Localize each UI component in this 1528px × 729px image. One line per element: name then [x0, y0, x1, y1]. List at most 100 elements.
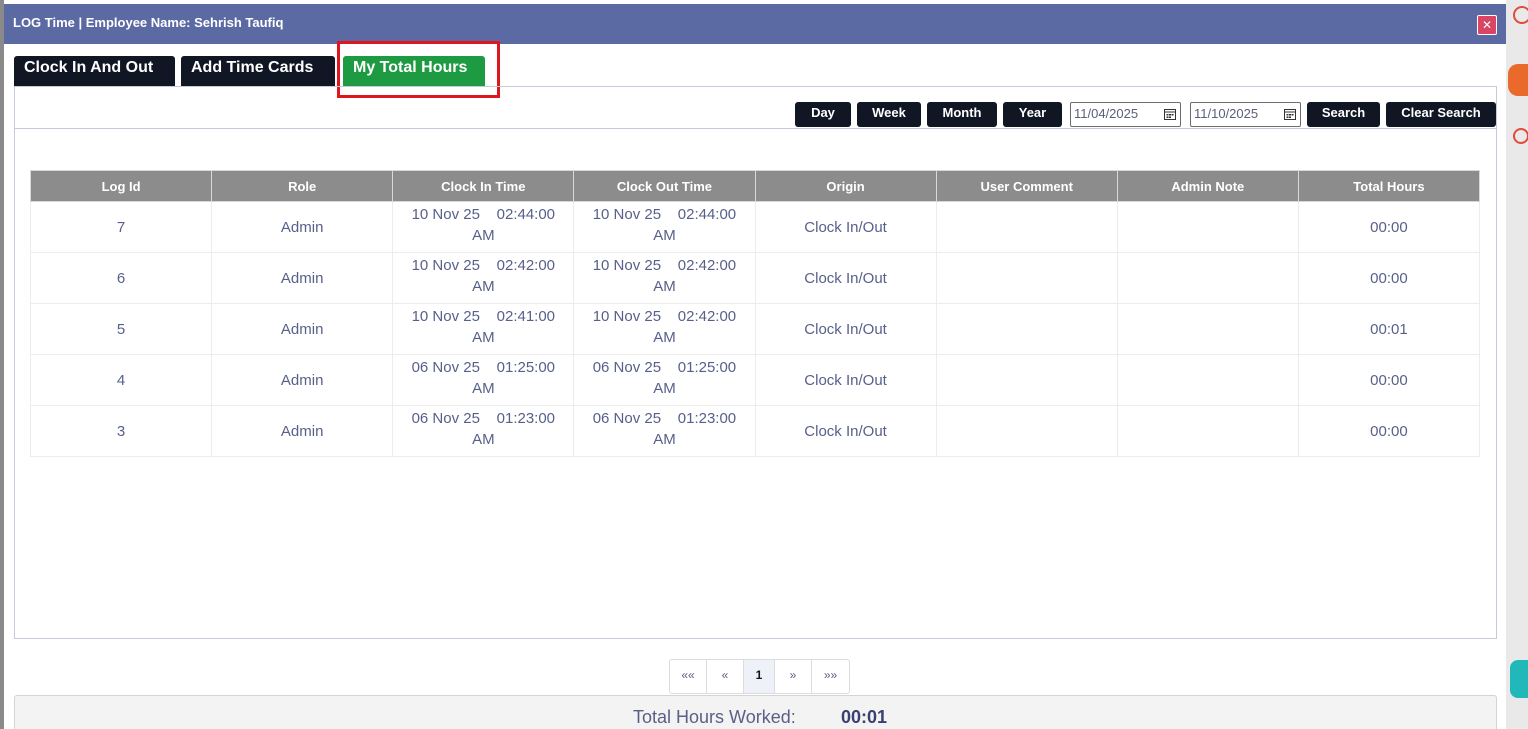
cell-role: Admin: [211, 303, 394, 355]
clock-out-ampm: AM: [653, 329, 676, 346]
cell-clock-out-time: 10 Nov 25 02:42:00 AM: [573, 252, 756, 304]
clock-in-ampm: AM: [472, 329, 495, 346]
clock-out-date: 06 Nov 25: [592, 410, 662, 427]
clock-out-time: 02:44:00: [677, 206, 737, 223]
last-page-button[interactable]: »»: [812, 660, 849, 693]
table-row: 5 Admin 10 Nov 25 02:41:00 AM 10 Nov 25 0…: [29, 303, 1481, 355]
total-hours-summary: Total Hours Worked: 00:01: [14, 695, 1497, 729]
log-time-modal: LOG Time | Employee Name: Sehrish Taufiq…: [4, 0, 1506, 729]
search-button[interactable]: Search: [1307, 102, 1380, 127]
clock-out-date: 06 Nov 25: [592, 359, 662, 376]
clock-in-ampm: AM: [472, 431, 495, 448]
header-clock-out-time: Clock Out Time: [573, 170, 756, 202]
clock-out-date: 10 Nov 25: [592, 257, 662, 274]
clock-in-time: 02:42:00: [496, 257, 556, 274]
cell-admin-note: [1116, 252, 1299, 304]
prev-page-button[interactable]: «: [707, 660, 744, 693]
clock-out-time: 02:42:00: [677, 257, 737, 274]
tab-add-time-cards[interactable]: Add Time Cards: [181, 56, 335, 86]
first-page-button[interactable]: ««: [670, 660, 707, 693]
clear-search-button[interactable]: Clear Search: [1386, 102, 1496, 127]
time-log-table: Log Id Role Clock In Time Clock Out Time…: [29, 170, 1481, 457]
header-clock-in-time: Clock In Time: [392, 170, 575, 202]
cell-origin: Clock In/Out: [754, 405, 937, 457]
cell-user-comment: [935, 201, 1118, 253]
cell-admin-note: [1116, 354, 1299, 406]
clock-out-ampm: AM: [653, 380, 676, 397]
cell-total-hours: 00:00: [1297, 252, 1481, 304]
pagination: «« « 1 » »»: [669, 659, 850, 694]
month-button[interactable]: Month: [927, 102, 997, 127]
clock-out-ampm: AM: [653, 431, 676, 448]
cell-role: Admin: [211, 405, 394, 457]
tab-my-total-hours[interactable]: My Total Hours: [343, 56, 485, 86]
cell-admin-note: [1116, 405, 1299, 457]
cell-clock-in-time: 06 Nov 25 01:25:00 AM: [392, 354, 575, 406]
orange-side-button: [1508, 64, 1528, 96]
cell-role: Admin: [211, 201, 394, 253]
cell-log-id: 7: [29, 201, 213, 253]
clock-out-time: 01:25:00: [677, 359, 737, 376]
end-date-value: 11/10/2025: [1194, 106, 1259, 121]
total-hours-value: 00:01: [841, 707, 888, 727]
clock-out-date: 10 Nov 25: [592, 206, 662, 223]
table-header-row: Log Id Role Clock In Time Clock Out Time…: [29, 170, 1481, 202]
alert-icon: [1513, 128, 1528, 144]
cell-origin: Clock In/Out: [754, 354, 937, 406]
cell-total-hours: 00:00: [1297, 354, 1481, 406]
start-date-value: 11/04/2025: [1074, 106, 1139, 121]
year-button[interactable]: Year: [1003, 102, 1062, 127]
clock-in-date: 06 Nov 25: [411, 410, 480, 427]
end-date-input[interactable]: 11/10/2025: [1190, 102, 1301, 127]
modal-title: LOG Time | Employee Name: Sehrish Taufiq: [13, 15, 284, 30]
modal-title-bar: LOG Time | Employee Name: Sehrish Taufiq…: [4, 4, 1506, 44]
cell-log-id: 4: [29, 354, 213, 406]
tab-clock-in-and-out[interactable]: Clock In And Out: [14, 56, 175, 86]
header-total-hours: Total Hours: [1297, 170, 1481, 202]
power-icon: [1513, 6, 1528, 24]
cell-admin-note: [1116, 303, 1299, 355]
cell-total-hours: 00:01: [1297, 303, 1481, 355]
clock-in-date: 10 Nov 25: [411, 257, 480, 274]
cell-origin: Clock In/Out: [754, 303, 937, 355]
calendar-icon[interactable]: [1164, 108, 1176, 120]
header-origin: Origin: [754, 170, 937, 202]
start-date-input[interactable]: 11/04/2025: [1070, 102, 1181, 127]
cell-clock-out-time: 10 Nov 25 02:42:00 AM: [573, 303, 756, 355]
filter-divider: [14, 128, 1497, 129]
cell-user-comment: [935, 405, 1118, 457]
cell-clock-out-time: 06 Nov 25 01:23:00 AM: [573, 405, 756, 457]
clock-in-time: 01:23:00: [496, 410, 556, 427]
close-icon[interactable]: ✕: [1477, 15, 1497, 35]
table-row: 7 Admin 10 Nov 25 02:44:00 AM 10 Nov 25 0…: [29, 201, 1481, 253]
teal-side-button: [1510, 660, 1528, 698]
clock-out-date: 10 Nov 25: [592, 308, 662, 325]
clock-in-ampm: AM: [472, 278, 495, 295]
clock-in-time: 02:44:00: [496, 206, 556, 223]
next-page-button[interactable]: »: [775, 660, 812, 693]
table-row: 4 Admin 06 Nov 25 01:25:00 AM 06 Nov 25 0…: [29, 354, 1481, 406]
header-role: Role: [211, 170, 394, 202]
cell-clock-out-time: 06 Nov 25 01:25:00 AM: [573, 354, 756, 406]
header-admin-note: Admin Note: [1116, 170, 1299, 202]
cell-admin-note: [1116, 201, 1299, 253]
header-log-id: Log Id: [29, 170, 213, 202]
cell-role: Admin: [211, 354, 394, 406]
cell-origin: Clock In/Out: [754, 252, 937, 304]
calendar-icon[interactable]: [1284, 108, 1296, 120]
cell-user-comment: [935, 252, 1118, 304]
clock-in-date: 10 Nov 25: [411, 308, 480, 325]
cell-clock-in-time: 06 Nov 25 01:23:00 AM: [392, 405, 575, 457]
clock-in-time: 01:25:00: [496, 359, 556, 376]
page-1-button[interactable]: 1: [744, 660, 775, 693]
cell-total-hours: 00:00: [1297, 405, 1481, 457]
clock-in-date: 10 Nov 25: [411, 206, 480, 223]
cell-total-hours: 00:00: [1297, 201, 1481, 253]
cell-clock-in-time: 10 Nov 25 02:44:00 AM: [392, 201, 575, 253]
day-button[interactable]: Day: [795, 102, 851, 127]
cell-log-id: 5: [29, 303, 213, 355]
clock-out-time: 02:42:00: [677, 308, 737, 325]
cell-clock-out-time: 10 Nov 25 02:44:00 AM: [573, 201, 756, 253]
week-button[interactable]: Week: [857, 102, 921, 127]
cell-user-comment: [935, 354, 1118, 406]
